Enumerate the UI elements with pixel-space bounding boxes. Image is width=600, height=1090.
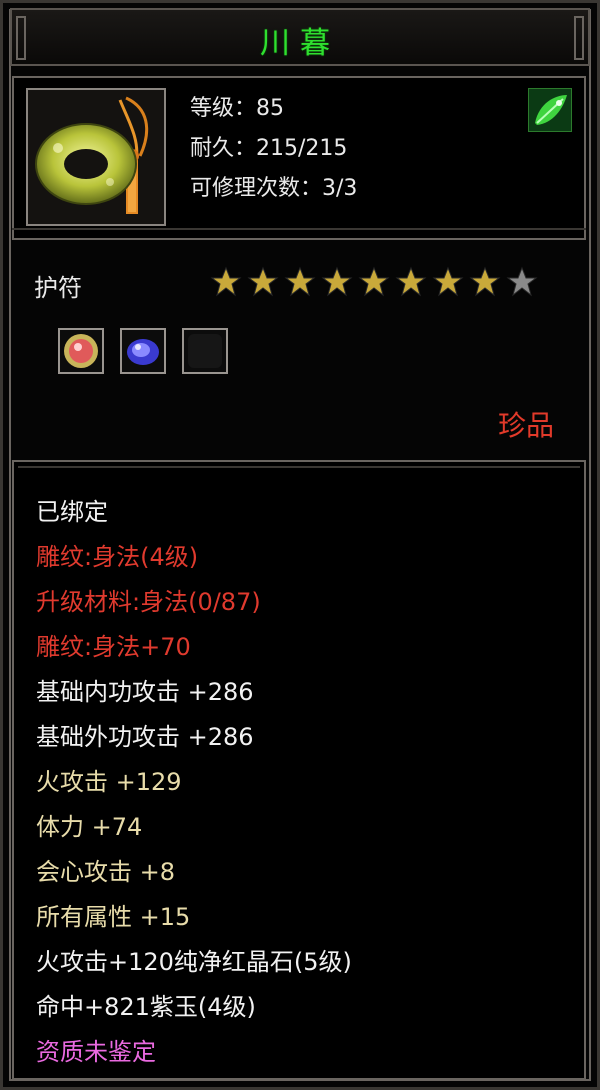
star-filled-icon <box>395 266 427 298</box>
item-durability: 耐久：215/215 <box>190 136 348 161</box>
purple-jade-gem-icon <box>127 339 159 365</box>
star-filled-icon <box>247 266 279 298</box>
attribute-line: 火攻击+120纯净红晶石(5级) <box>36 948 352 976</box>
star-filled-icon <box>432 266 464 298</box>
star-filled-icon <box>284 266 316 298</box>
star-rating <box>210 266 550 306</box>
gem-slot-1[interactable] <box>58 328 104 374</box>
attribute-line: 升级材料:身法(0/87) <box>36 588 261 616</box>
rarity-label: 珍品 <box>497 409 554 442</box>
green-leaf-icon <box>528 88 572 132</box>
item-type: 护符 <box>34 274 82 302</box>
attribute-line: 命中+821紫玉(4级) <box>36 993 256 1021</box>
attribute-panel: 已绑定雕纹:身法(4级) 升级材料:身法(0/87) 雕纹:身法+70 基础内功攻击 … <box>12 460 586 1080</box>
attribute-line: 雕纹:身法+70 <box>36 633 191 661</box>
gem-slot-2[interactable] <box>120 328 166 374</box>
item-icon-slot[interactable] <box>26 88 166 226</box>
attribute-line: 火攻击 +129 <box>36 768 182 796</box>
attribute-line: 会心攻击 +8 <box>36 858 176 886</box>
attribute-line: 资质未鉴定 <box>36 1038 156 1066</box>
star-filled-icon <box>358 266 390 298</box>
star-filled-icon <box>210 266 242 298</box>
attribute-line: 基础外功攻击 +286 <box>36 723 254 751</box>
item-level: 等级：85 <box>190 96 284 121</box>
attribute-line: 已绑定 <box>36 498 108 526</box>
attribute-line: 所有属性 +15 <box>36 903 191 931</box>
item-header: 等级：85 耐久：215/215 可修理次数：3/3 <box>12 76 586 240</box>
item-repair-count: 可修理次数：3/3 <box>190 176 358 201</box>
star-empty-icon <box>506 266 538 298</box>
red-crystal-gem-icon <box>64 334 98 368</box>
attribute-line: 基础内功攻击 +286 <box>36 678 254 706</box>
attribute-line: 雕纹:身法(4级) <box>36 543 199 571</box>
gem-slot-3[interactable] <box>182 328 228 374</box>
star-filled-icon <box>469 266 501 298</box>
item-name: 川暮 <box>260 26 340 61</box>
title-bar: 川暮 <box>10 8 590 66</box>
jade-amulet-icon <box>35 96 149 214</box>
star-filled-icon <box>321 266 353 298</box>
empty-slot-icon <box>188 334 222 368</box>
attribute-line: 体力 +74 <box>36 813 143 841</box>
